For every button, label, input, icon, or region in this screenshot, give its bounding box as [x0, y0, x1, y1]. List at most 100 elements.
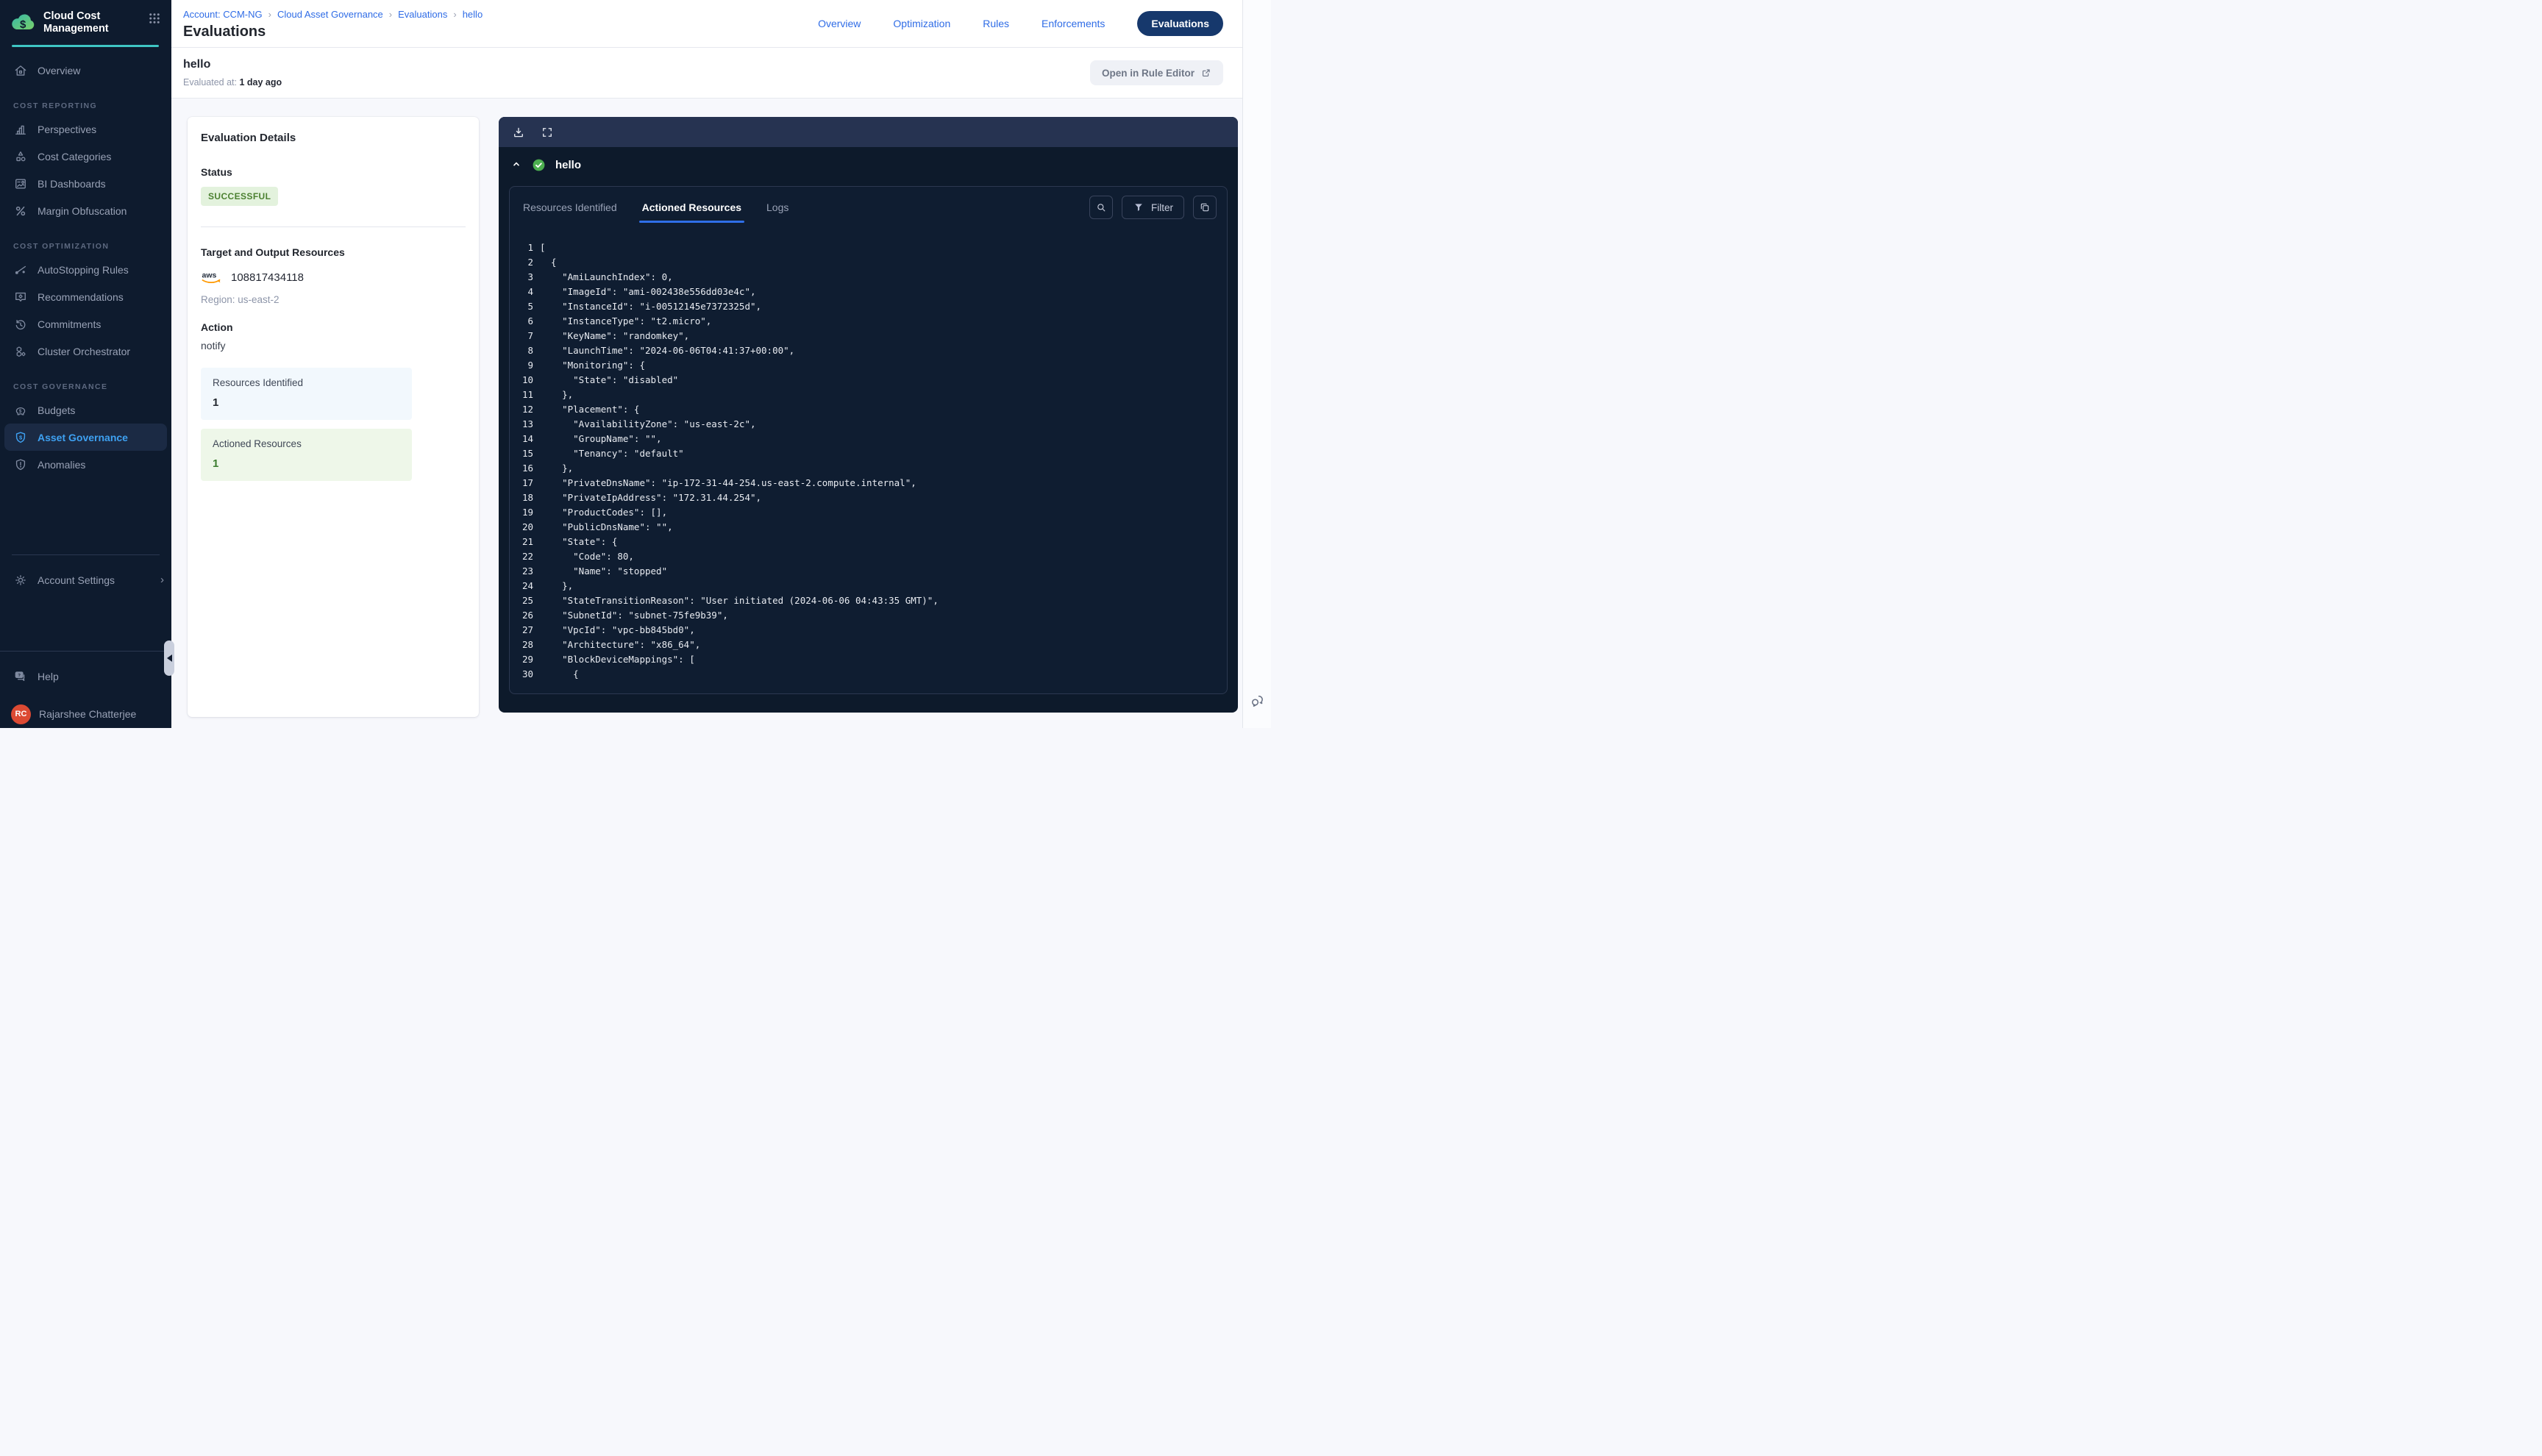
- module-nav: Overview Optimization Rules Enforcements…: [818, 11, 1223, 36]
- nav-optimization[interactable]: Optimization: [893, 18, 950, 29]
- fullscreen-button[interactable]: [539, 124, 555, 140]
- sidebar-item-cluster-orchestrator[interactable]: Cluster Orchestrator: [0, 338, 171, 365]
- line-number: 9: [517, 358, 533, 373]
- line-content: "PublicDnsName": "",: [540, 520, 673, 535]
- aws-logo-icon: aws: [201, 270, 224, 285]
- line-content: "Tenancy": "default": [540, 446, 684, 461]
- line-number: 13: [517, 417, 533, 432]
- line-number: 24: [517, 579, 533, 593]
- section-cost-governance: COST GOVERNANCE: [13, 382, 171, 391]
- content-area: Evaluation Details Status SUCCESSFUL Tar…: [171, 99, 1242, 728]
- line-number: 4: [517, 285, 533, 299]
- breadcrumb-cloud-asset-governance[interactable]: Cloud Asset Governance: [277, 9, 383, 20]
- sidebar: $ Cloud Cost Management Overview COST: [0, 0, 171, 728]
- filter-button[interactable]: Filter: [1122, 196, 1184, 219]
- nav-rules[interactable]: Rules: [983, 18, 1009, 29]
- line-content: "Architecture": "x86_64",: [540, 638, 700, 652]
- search-icon: [1095, 201, 1107, 213]
- svg-text:$: $: [19, 434, 23, 440]
- resources-identified-value: 1: [213, 396, 400, 409]
- code-line: 25 "StateTransitionReason": "User initia…: [517, 593, 1227, 608]
- external-link-icon: [1201, 68, 1211, 78]
- home-icon: [13, 63, 28, 78]
- search-button[interactable]: [1089, 196, 1113, 219]
- code-line: 22 "Code": 80,: [517, 549, 1227, 564]
- sidebar-collapse-handle[interactable]: [164, 640, 174, 676]
- code-line: 11 },: [517, 388, 1227, 402]
- breadcrumb-block: Account: CCM-NG › Cloud Asset Governance…: [183, 7, 483, 40]
- code-line: 4 "ImageId": "ami-002438e556dd03e4c",: [517, 285, 1227, 299]
- user-name: Rajarshee Chatterjee: [39, 708, 136, 720]
- line-number: 26: [517, 608, 533, 623]
- app-grid-icon[interactable]: [146, 10, 163, 29]
- download-icon: [512, 126, 525, 139]
- line-number: 5: [517, 299, 533, 314]
- code-viewer[interactable]: 1[2 {3 "AmiLaunchIndex": 0,4 "ImageId": …: [510, 223, 1227, 693]
- sidebar-item-account-settings[interactable]: Account Settings ›: [0, 566, 171, 593]
- details-card-title: Evaluation Details: [201, 132, 466, 144]
- line-content: "ImageId": "ami-002438e556dd03e4c",: [540, 285, 756, 299]
- sidebar-item-cost-categories[interactable]: Cost Categories: [0, 143, 171, 170]
- sidebar-item-recommendations[interactable]: Recommendations: [0, 283, 171, 310]
- line-number: 28: [517, 638, 533, 652]
- sidebar-item-overview[interactable]: Overview: [0, 57, 171, 84]
- app-title: Cloud Cost Management: [43, 9, 139, 35]
- sidebar-bottom: ? Help RC Rajarshee Chatterjee: [0, 651, 171, 728]
- line-content: "State": {: [540, 535, 617, 549]
- section-cost-optimization: COST OPTIMIZATION: [13, 242, 171, 251]
- code-line: 24 },: [517, 579, 1227, 593]
- nav-evaluations-active[interactable]: Evaluations: [1137, 11, 1223, 36]
- line-number: 19: [517, 505, 533, 520]
- line-number: 22: [517, 549, 533, 564]
- code-line: 30 {: [517, 667, 1227, 682]
- code-line: 15 "Tenancy": "default": [517, 446, 1227, 461]
- code-line: 7 "KeyName": "randomkey",: [517, 329, 1227, 343]
- breadcrumb: Account: CCM-NG › Cloud Asset Governance…: [183, 9, 483, 20]
- sidebar-item-commitments[interactable]: Commitments: [0, 310, 171, 338]
- status-label: Status: [201, 166, 466, 178]
- sidebar-item-budgets[interactable]: $ Budgets: [0, 396, 171, 424]
- code-line: 8 "LaunchTime": "2024-06-06T04:41:37+00:…: [517, 343, 1227, 358]
- status-badge: SUCCESSFUL: [201, 187, 278, 206]
- breadcrumb-account[interactable]: Account: CCM-NG: [183, 9, 263, 20]
- actioned-resources-stat[interactable]: Actioned Resources 1: [201, 429, 412, 481]
- copy-button[interactable]: [1193, 196, 1217, 219]
- open-in-rule-editor-button[interactable]: Open in Rule Editor: [1090, 60, 1223, 85]
- cluster-icon: [13, 344, 28, 359]
- sidebar-item-bi-dashboards[interactable]: BI Dashboards: [0, 170, 171, 197]
- resources-code-card: Resources Identified Actioned Resources …: [509, 186, 1228, 694]
- line-content: "ProductCodes": [],: [540, 505, 667, 520]
- line-number: 7: [517, 329, 533, 343]
- line-content: "KeyName": "randomkey",: [540, 329, 689, 343]
- code-line: 27 "VpcId": "vpc-bb845bd0",: [517, 623, 1227, 638]
- evaluation-details-card: Evaluation Details Status SUCCESSFUL Tar…: [188, 117, 479, 717]
- tab-actioned-resources[interactable]: Actioned Resources: [641, 196, 743, 223]
- sidebar-item-perspectives[interactable]: Perspectives: [0, 115, 171, 143]
- bar-chart-icon: [13, 122, 28, 137]
- chevron-up-icon[interactable]: [510, 158, 522, 172]
- code-line: 17 "PrivateDnsName": "ip-172-31-44-254.u…: [517, 476, 1227, 490]
- breadcrumb-evaluations[interactable]: Evaluations: [398, 9, 447, 20]
- sidebar-item-anomalies[interactable]: Anomalies: [0, 451, 171, 478]
- line-number: 27: [517, 623, 533, 638]
- sidebar-item-autostopping-rules[interactable]: AutoStopping Rules: [0, 256, 171, 283]
- code-line: 14 "GroupName": "",: [517, 432, 1227, 446]
- sidebar-item-asset-governance[interactable]: $ Asset Governance: [4, 424, 167, 451]
- line-number: 20: [517, 520, 533, 535]
- resources-identified-stat[interactable]: Resources Identified 1: [201, 368, 412, 420]
- sidebar-item-margin-obfuscation[interactable]: Margin Obfuscation: [0, 197, 171, 224]
- breadcrumb-hello[interactable]: hello: [463, 9, 483, 20]
- user-menu[interactable]: RC Rajarshee Chatterjee: [0, 690, 171, 728]
- code-line: 19 "ProductCodes": [],: [517, 505, 1227, 520]
- chat-support-button[interactable]: [1247, 691, 1267, 710]
- download-button[interactable]: [510, 124, 527, 140]
- tab-resources-identified[interactable]: Resources Identified: [521, 196, 619, 223]
- tab-logs[interactable]: Logs: [765, 196, 790, 223]
- line-content: "AvailabilityZone": "us-east-2c",: [540, 417, 756, 432]
- sidebar-item-help[interactable]: ? Help: [0, 663, 171, 690]
- line-number: 1: [517, 240, 533, 255]
- nav-overview[interactable]: Overview: [818, 18, 861, 29]
- nav-enforcements[interactable]: Enforcements: [1042, 18, 1105, 29]
- line-number: 30: [517, 667, 533, 682]
- success-check-icon: [532, 158, 546, 172]
